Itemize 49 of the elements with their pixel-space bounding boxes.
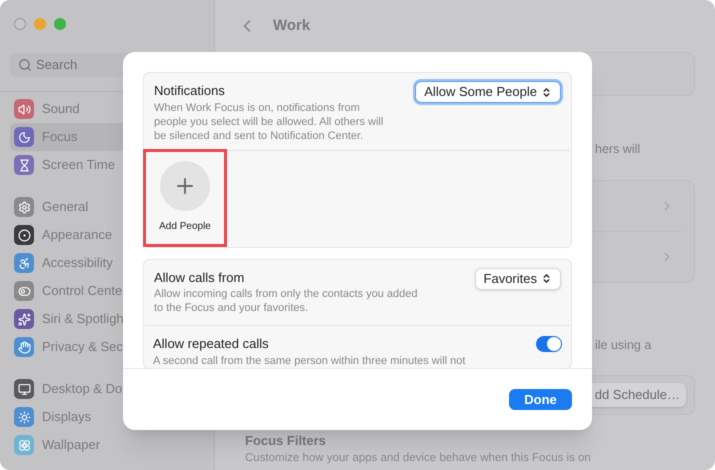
- setting-description: Allow incoming calls from only the contacts you added to the Focus and your favorites.: [154, 287, 419, 315]
- toggle-switch[interactable]: [536, 336, 562, 352]
- section-title: Focus Filters: [245, 432, 327, 450]
- search-icon: [18, 58, 32, 72]
- sidebar-label: Screen Time: [42, 156, 115, 174]
- sidebar-label: Wallpaper: [42, 436, 100, 454]
- flower-icon: [14, 435, 34, 455]
- sidebar-label: Accessibility: [42, 254, 113, 272]
- setting-title: Allow calls from: [154, 268, 246, 286]
- hourglass-icon: [14, 155, 34, 175]
- zoom-light-icon[interactable]: [54, 18, 66, 30]
- done-button[interactable]: Done: [509, 389, 572, 410]
- updown-icon: [541, 86, 552, 98]
- sidebar-label: Displays: [42, 408, 92, 426]
- sidebar-label: General: [42, 198, 88, 216]
- sidebar-item[interactable]: Displays: [10, 403, 204, 431]
- sidebar-label: Focus: [42, 128, 78, 146]
- popup-select[interactable]: Allow Some People: [415, 81, 561, 103]
- sparkle-icon: [14, 309, 34, 329]
- plus-icon: [160, 161, 210, 211]
- sidebar-item[interactable]: Desktop & Do: [10, 375, 204, 403]
- hand-icon: [14, 337, 34, 357]
- sidebar-label: Appearance: [42, 226, 112, 244]
- popup-select[interactable]: Favorites: [474, 268, 561, 290]
- add-people-button[interactable]: Add People: [143, 148, 227, 246]
- sun-icon: [14, 407, 34, 427]
- sidebar-item[interactable]: Wallpaper: [10, 431, 204, 459]
- sidebar-label: Sound: [42, 100, 80, 118]
- minimize-light-icon[interactable]: [34, 18, 46, 30]
- sidebar-label: Control Cente: [42, 282, 122, 300]
- page-title: Work: [273, 16, 310, 36]
- search-input[interactable]: Search: [36, 55, 186, 75]
- gear-icon: [14, 197, 34, 217]
- updown-icon: [541, 273, 552, 284]
- close-light-icon[interactable]: [14, 18, 26, 30]
- sidebar-label: Siri & Spotligh: [42, 310, 124, 328]
- description-text: ile using a: [595, 336, 652, 354]
- sidebar-label: Privacy & Sec: [42, 338, 123, 356]
- monitor-icon: [14, 379, 34, 399]
- person-icon: [14, 253, 34, 273]
- moon-icon: [14, 127, 34, 147]
- description-text: hers will: [595, 141, 640, 158]
- setting-title: Notifications: [154, 82, 226, 100]
- speaker-icon: [14, 99, 34, 119]
- sidebar-label: Desktop & Do: [42, 380, 122, 398]
- setting-description: A second call from the same person within three minutes will not: [153, 354, 466, 368]
- setting-title: Allow repeated calls: [153, 335, 270, 353]
- toggle-icon: [14, 281, 34, 301]
- description-text: Customize how your apps and device behave when this Focus is on: [245, 451, 592, 466]
